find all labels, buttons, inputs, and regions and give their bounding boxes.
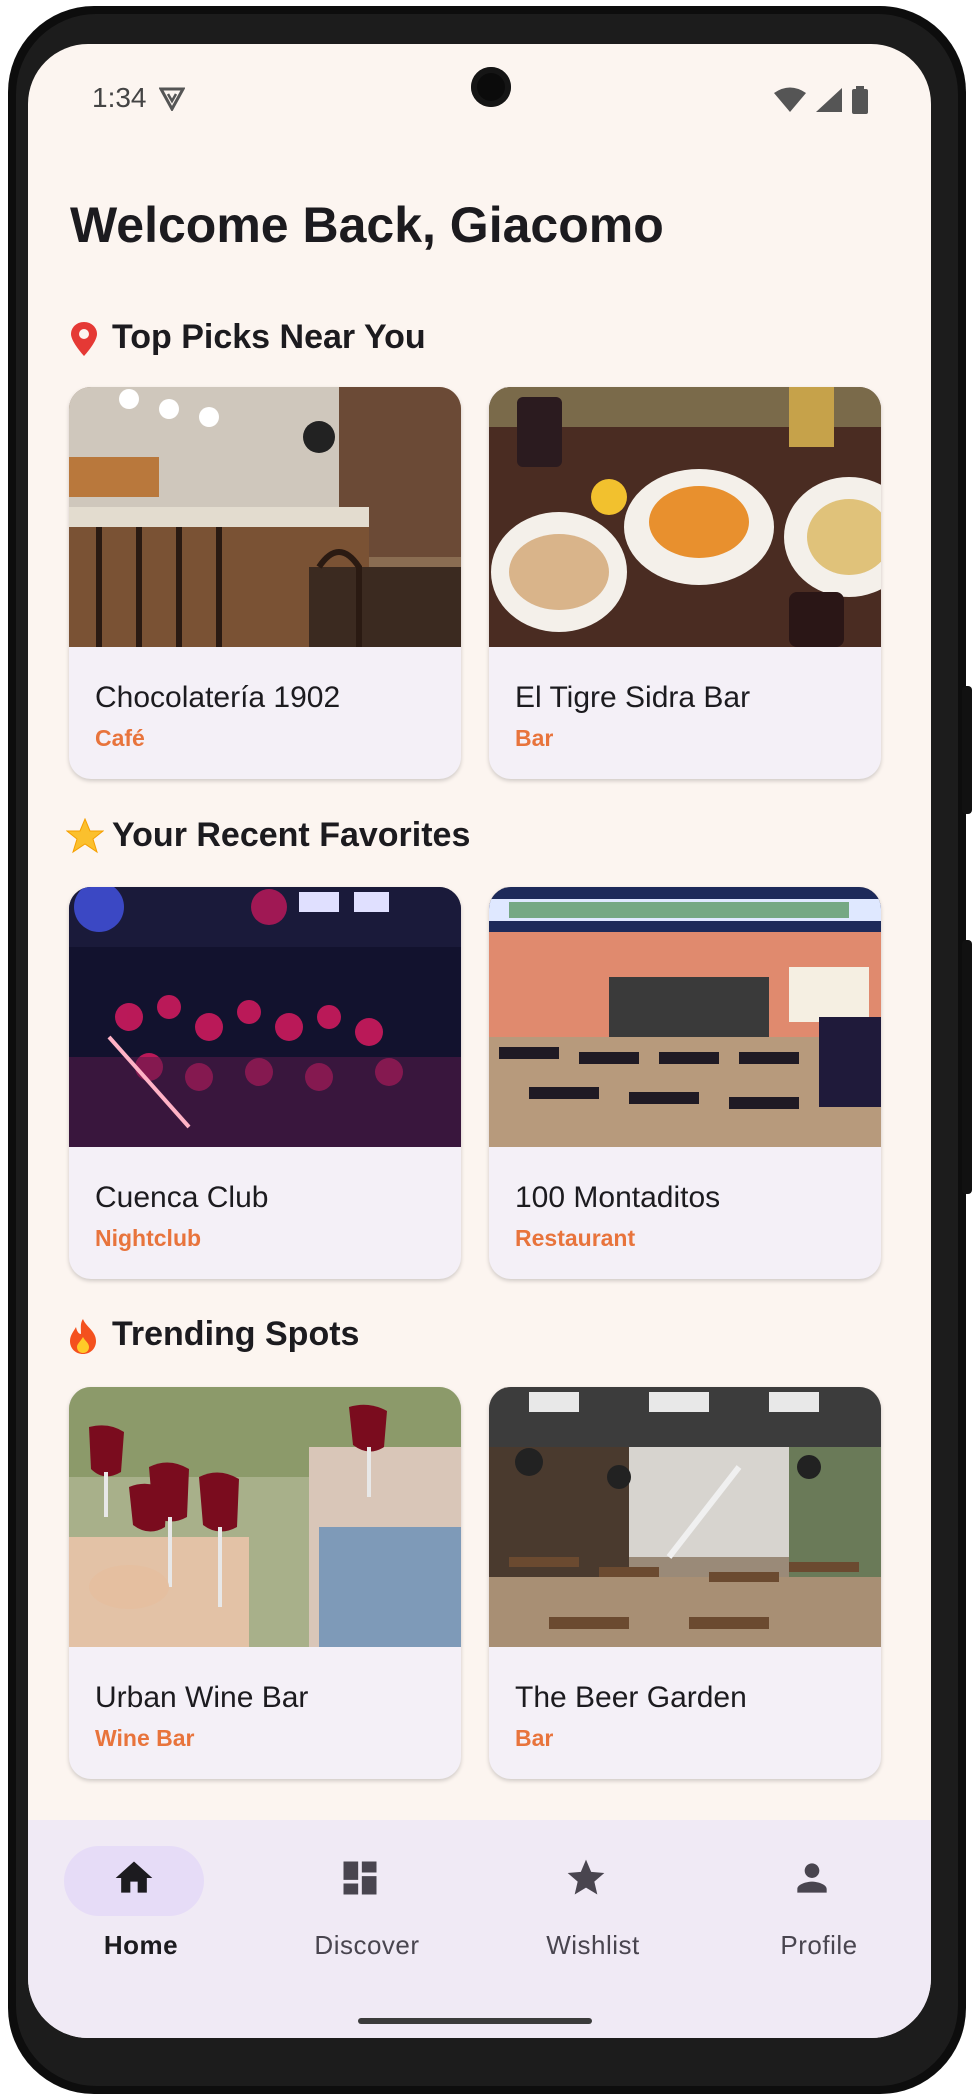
place-card[interactable]: El Tigre Sidra Bar Bar <box>489 387 881 779</box>
bottom-navigation: Home Discover Wishlist Profile <box>28 1820 931 2038</box>
place-card[interactable]: 100 Montaditos Restaurant <box>489 887 881 1279</box>
fire-icon <box>66 1317 102 1354</box>
section-title-text: Top Picks Near You <box>112 318 426 356</box>
page-title: Welcome Back, Giacomo <box>70 197 664 253</box>
vpn-icon <box>158 87 186 116</box>
battery-icon <box>851 86 869 119</box>
place-category: Bar <box>515 725 554 751</box>
place-category: Nightclub <box>95 1225 202 1251</box>
place-card[interactable]: Chocolatería 1902 Café <box>69 387 461 779</box>
front-camera <box>471 67 511 107</box>
place-name: The Beer Garden <box>515 1681 747 1714</box>
place-photo <box>489 1387 881 1647</box>
nav-label: Profile <box>780 1930 858 1960</box>
place-photo <box>489 887 881 1147</box>
place-name: El Tigre Sidra Bar <box>515 681 751 714</box>
status-bar: 1:34 <box>28 44 931 144</box>
power-button <box>962 686 972 814</box>
pin-icon <box>66 320 102 356</box>
place-category: Wine Bar <box>95 1725 195 1751</box>
place-category: Bar <box>515 1725 554 1751</box>
place-card[interactable]: Urban Wine Bar Wine Bar <box>69 1387 461 1779</box>
place-name: Cuenca Club <box>95 1181 269 1214</box>
nav-label: Home <box>103 1930 179 1960</box>
place-category: Restaurant <box>515 1225 636 1251</box>
place-photo <box>69 1387 461 1647</box>
nav-label: Wishlist <box>546 1930 640 1960</box>
wifi-icon <box>773 87 807 118</box>
volume-button <box>962 940 972 1194</box>
place-name: Chocolatería 1902 <box>95 681 341 714</box>
place-name: Urban Wine Bar <box>95 1681 309 1714</box>
section-title-favorites: Your Recent Favorites <box>65 816 471 855</box>
star-icon <box>564 1856 608 1900</box>
place-card[interactable]: Cuenca Club Nightclub <box>69 887 461 1279</box>
status-time: 1:34 <box>92 82 147 113</box>
person-icon <box>790 1856 834 1900</box>
nav-item-home[interactable]: Home <box>28 1820 254 1990</box>
place-name: 100 Montaditos <box>515 1181 721 1214</box>
dashboard-icon <box>338 1856 382 1900</box>
nav-label: Discover <box>314 1930 420 1960</box>
place-photo <box>69 887 461 1147</box>
nav-item-profile[interactable]: Profile <box>706 1820 931 1990</box>
section-title-text: Your Recent Favorites <box>112 816 471 854</box>
screen: 1:34 Welcome Back, Giacomo Top Picks Nea… <box>28 44 931 2038</box>
place-category: Café <box>95 725 145 751</box>
place-card[interactable]: The Beer Garden Bar <box>489 1387 881 1779</box>
place-photo <box>489 387 881 647</box>
section-title-top-picks: Top Picks Near You <box>66 318 426 357</box>
star-emoji-icon <box>65 817 105 854</box>
nav-item-wishlist[interactable]: Wishlist <box>480 1820 706 1990</box>
gesture-bar[interactable] <box>358 2018 592 2024</box>
place-photo <box>69 387 461 647</box>
section-title-trending: Trending Spots <box>66 1315 359 1354</box>
nav-item-discover[interactable]: Discover <box>254 1820 480 1990</box>
home-icon <box>112 1856 156 1900</box>
section-title-text: Trending Spots <box>112 1315 360 1353</box>
signal-icon <box>815 87 843 118</box>
